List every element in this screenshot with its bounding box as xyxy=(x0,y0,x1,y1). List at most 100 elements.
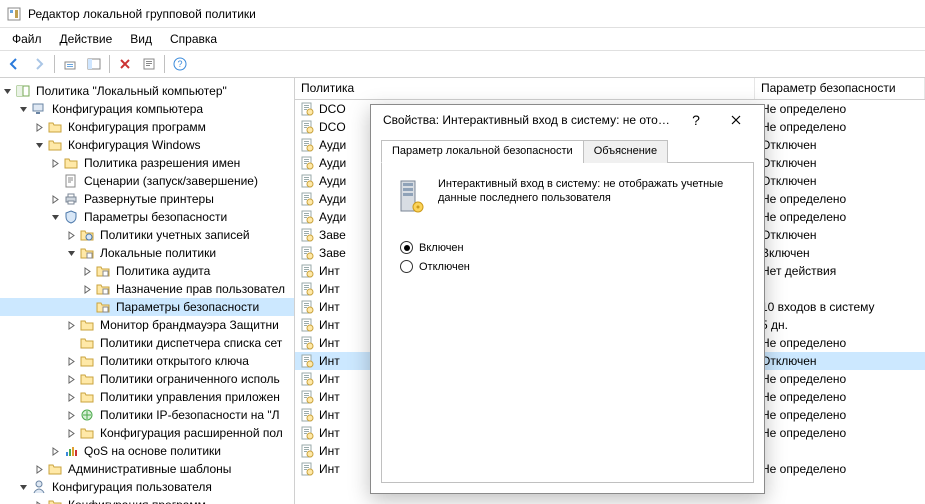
show-hide-tree-button[interactable] xyxy=(83,53,105,75)
security-param-value: Не определено xyxy=(755,192,925,206)
policy-name: Инт xyxy=(319,426,340,440)
tree-item[interactable]: Параметры безопасности xyxy=(0,208,294,226)
tree-item[interactable]: Политика "Локальный компьютер" xyxy=(0,82,294,100)
toolbar-separator xyxy=(164,55,165,73)
tree-item[interactable]: Политики ограниченного исполь xyxy=(0,370,294,388)
delete-button[interactable] xyxy=(114,53,136,75)
chevron-right-icon[interactable] xyxy=(64,408,78,422)
tree-item[interactable]: Монитор брандмауэра Защитни xyxy=(0,316,294,334)
tree-item[interactable]: Политики диспетчера списка сет xyxy=(0,334,294,352)
back-button[interactable] xyxy=(4,53,26,75)
policy-icon xyxy=(299,209,315,225)
chevron-down-icon[interactable] xyxy=(48,210,62,224)
folder-icon xyxy=(63,155,79,171)
chevron-right-icon[interactable] xyxy=(64,354,78,368)
chevron-right-icon[interactable] xyxy=(64,228,78,242)
policy-icon xyxy=(299,461,315,477)
security-param-value: 10 входов в систему xyxy=(755,300,925,314)
chevron-right-icon[interactable] xyxy=(64,372,78,386)
tree-item[interactable]: Конфигурация программ xyxy=(0,118,294,136)
security-param-value: Включен xyxy=(755,246,925,260)
properties-button[interactable] xyxy=(138,53,160,75)
tree-item[interactable]: Сценарии (запуск/завершение) xyxy=(0,172,294,190)
policy-icon xyxy=(299,335,315,351)
tree-item[interactable]: QoS на основе политики xyxy=(0,442,294,460)
security-param-value: Отключен xyxy=(755,228,925,242)
tree-item[interactable]: Политики управления приложен xyxy=(0,388,294,406)
tree-item[interactable]: Конфигурация компьютера xyxy=(0,100,294,118)
tree-item[interactable]: Конфигурация Windows xyxy=(0,136,294,154)
tree-item-label: Конфигурация Windows xyxy=(66,137,203,153)
tree-item[interactable]: Конфигурация программ xyxy=(0,496,294,504)
menu-file[interactable]: Файл xyxy=(4,30,50,48)
column-header-security-param[interactable]: Параметр безопасности xyxy=(755,78,925,99)
chevron-right-icon[interactable] xyxy=(80,264,94,278)
tree-item[interactable]: Конфигурация расширенной пол xyxy=(0,424,294,442)
policy-name: Инт xyxy=(319,336,340,350)
tree-pane[interactable]: Политика "Локальный компьютер"Конфигурац… xyxy=(0,78,295,504)
localpol-icon xyxy=(95,299,111,315)
tree-item[interactable]: Локальные политики xyxy=(0,244,294,262)
tree-item-label: Политики диспетчера списка сет xyxy=(98,335,284,351)
chevron-right-icon[interactable] xyxy=(64,426,78,440)
tree-item[interactable]: Параметры безопасности xyxy=(0,298,294,316)
radio-icon xyxy=(400,260,413,273)
chevron-right-icon[interactable] xyxy=(64,318,78,332)
folder-icon xyxy=(79,335,95,351)
policy-name: DCO xyxy=(319,102,346,116)
policy-name: Инт xyxy=(319,444,340,458)
tree-item[interactable]: Развернутые принтеры xyxy=(0,190,294,208)
security-param-value: Не определено xyxy=(755,210,925,224)
tree-item[interactable]: Политики учетных записей xyxy=(0,226,294,244)
security-param-value: Нет действия xyxy=(755,264,925,278)
tree-item-label: Параметры безопасности xyxy=(114,299,261,315)
tree-item-label: Политика аудита xyxy=(114,263,212,279)
folder-icon xyxy=(79,425,95,441)
help-button[interactable]: ? xyxy=(169,53,191,75)
chevron-down-icon[interactable] xyxy=(0,84,14,98)
tab-content: Интерактивный вход в систему: не отображ… xyxy=(381,163,754,483)
dialog-close-button[interactable] xyxy=(716,106,756,134)
tree-item-label: Конфигурация программ xyxy=(66,497,208,504)
tree-item-label: QoS на основе политики xyxy=(82,443,223,459)
chevron-right-icon[interactable] xyxy=(48,156,62,170)
menu-help[interactable]: Справка xyxy=(162,30,225,48)
tree-item[interactable]: Политики открытого ключа xyxy=(0,352,294,370)
chevron-right-icon[interactable] xyxy=(48,444,62,458)
tab-explanation[interactable]: Объяснение xyxy=(583,140,668,163)
dialog-tabstrip: Параметр локальной безопасности Объяснен… xyxy=(381,139,754,163)
chevron-down-icon[interactable] xyxy=(16,102,30,116)
chevron-down-icon[interactable] xyxy=(16,480,30,494)
tree-item-label: Локальные политики xyxy=(98,245,218,261)
tree-item[interactable]: Назначение прав пользовател xyxy=(0,280,294,298)
tree-item[interactable]: Административные шаблоны xyxy=(0,460,294,478)
forward-button[interactable] xyxy=(28,53,50,75)
chevron-right-icon[interactable] xyxy=(32,120,46,134)
policy-name: Инт xyxy=(319,372,340,386)
chevron-down-icon[interactable] xyxy=(64,246,78,260)
policy-icon xyxy=(299,371,315,387)
tree-item[interactable]: Конфигурация пользователя xyxy=(0,478,294,496)
policy-icon xyxy=(299,191,315,207)
radio-enabled[interactable]: Включен xyxy=(400,241,739,254)
tree-item[interactable]: Политики IP-безопасности на "Л xyxy=(0,406,294,424)
chevron-right-icon[interactable] xyxy=(32,498,46,504)
chevron-right-icon[interactable] xyxy=(32,462,46,476)
tree-item[interactable]: Политика аудита xyxy=(0,262,294,280)
up-button[interactable] xyxy=(59,53,81,75)
menu-view[interactable]: Вид xyxy=(122,30,160,48)
column-header-policy[interactable]: Политика xyxy=(295,78,755,99)
properties-dialog: Свойства: Интерактивный вход в систему: … xyxy=(370,104,765,494)
tree-item[interactable]: Политика разрешения имен xyxy=(0,154,294,172)
chevron-right-icon[interactable] xyxy=(64,390,78,404)
chevron-right-icon[interactable] xyxy=(48,192,62,206)
menu-action[interactable]: Действие xyxy=(52,30,121,48)
folder-icon xyxy=(79,371,95,387)
dialog-titlebar[interactable]: Свойства: Интерактивный вход в систему: … xyxy=(371,105,764,135)
policy-description-text: Интерактивный вход в систему: не отображ… xyxy=(438,177,739,206)
tab-local-security-param[interactable]: Параметр локальной безопасности xyxy=(381,140,584,163)
chevron-down-icon[interactable] xyxy=(32,138,46,152)
chevron-right-icon[interactable] xyxy=(80,282,94,296)
dialog-help-button[interactable]: ? xyxy=(676,106,716,134)
radio-disabled[interactable]: Отключен xyxy=(400,260,739,273)
